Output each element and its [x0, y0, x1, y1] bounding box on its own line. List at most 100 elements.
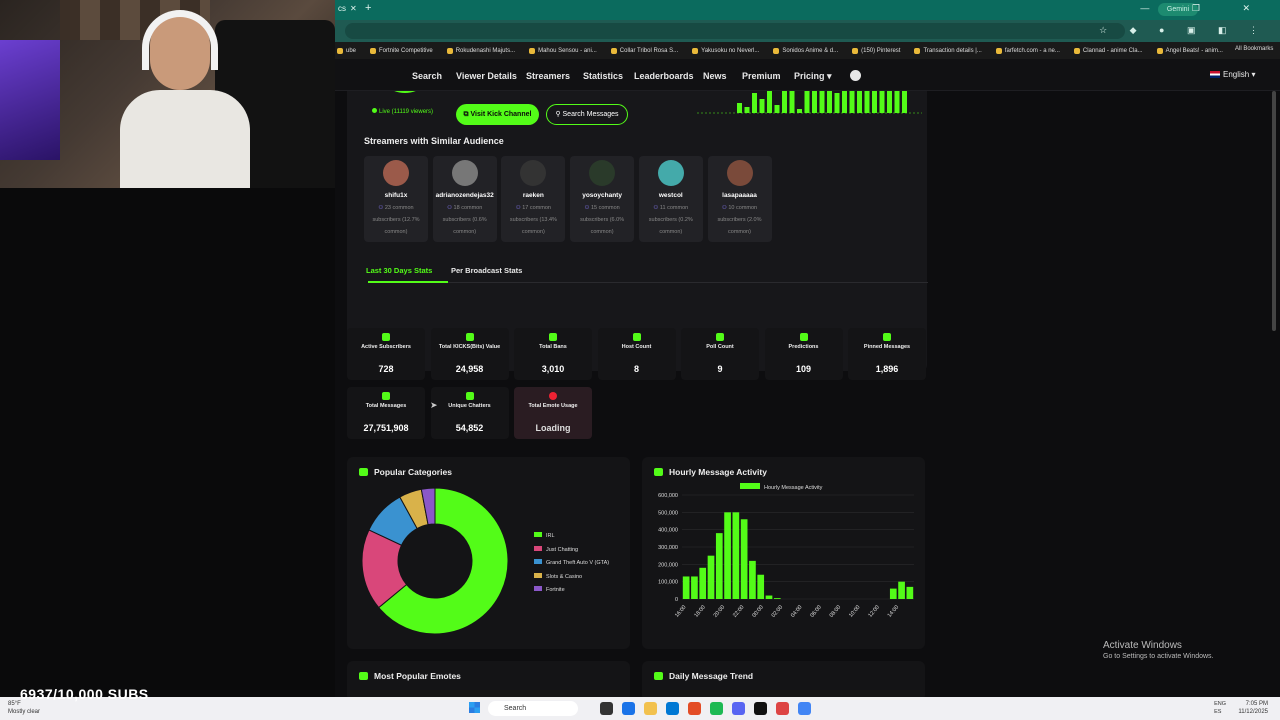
monitor — [0, 40, 60, 160]
bookmark-item[interactable]: Collar Tribol Rosa S... — [610, 47, 678, 54]
bookmark-item[interactable]: Fortnite Competitive — [370, 47, 433, 54]
legend-item[interactable]: Slots & Casino — [534, 572, 582, 580]
hourly-bar[interactable] — [732, 512, 740, 599]
y-tick-label: 400,000 — [658, 528, 678, 534]
spotify-icon[interactable] — [710, 702, 723, 715]
discord-icon[interactable] — [732, 702, 745, 715]
scrollbar[interactable] — [1272, 91, 1276, 331]
nav-streamers[interactable]: Streamers — [526, 71, 570, 81]
stat-card: Pinned Messages 1,896 — [848, 328, 926, 380]
y-tick-label: 600,000 — [658, 493, 678, 499]
hourly-bar[interactable] — [740, 519, 748, 599]
activate-windows-watermark: Activate Windows Go to Settings to activ… — [1103, 640, 1214, 660]
hourly-bar[interactable] — [765, 595, 773, 599]
mini-activity-bar — [767, 91, 772, 113]
bookmark-item[interactable]: Sonidos Anime & d... — [773, 47, 838, 54]
streamer-card[interactable]: westcol ⚇ 11 common subscribers (0.2% commo… — [638, 156, 703, 242]
close-tab-icon[interactable]: ✕ — [350, 4, 357, 13]
all-bookmarks[interactable]: All Bookmarks — [1235, 46, 1273, 52]
streamer-card[interactable]: yosoychanty ⚇ 15 common subscribers (6.0% c… — [570, 156, 635, 242]
app-icon[interactable] — [754, 702, 767, 715]
clock[interactable]: 7:05 PM 11/12/2025 — [1238, 700, 1268, 716]
weather-widget[interactable]: 85°F Mostly clear — [8, 700, 40, 716]
bookmark-item[interactable]: Rokudenashi Majuts... — [446, 47, 515, 54]
active-tab[interactable]: cs — [338, 4, 346, 13]
url-input[interactable] — [345, 23, 1125, 39]
hourly-bar[interactable] — [898, 581, 905, 599]
bookmark-favicon-icon — [610, 47, 617, 54]
bookmark-item[interactable]: Clannad - anime Cla... — [1073, 47, 1143, 54]
nav-search[interactable]: Search — [412, 71, 442, 81]
search-messages-button[interactable]: ⚲ Search Messages — [546, 104, 628, 125]
stat-label: Predictions — [788, 344, 819, 350]
task-view-icon[interactable] — [600, 702, 613, 715]
window-controls[interactable]: — ❐ ✕ — [1140, 3, 1270, 14]
extension-icons[interactable]: ☆ ◆ ● ▣ ◧ ⋮ — [1099, 25, 1268, 36]
stat-card: Poll Count 9 — [681, 328, 759, 380]
poll-icon — [716, 333, 724, 341]
bookmark-item[interactable]: Mahou Sensou - ani... — [529, 47, 597, 54]
hourly-bar[interactable] — [906, 586, 914, 599]
hourly-bar[interactable] — [889, 588, 897, 599]
hourly-bar[interactable] — [699, 567, 707, 599]
webcam-overlay — [0, 0, 335, 188]
y-tick-label: 0 — [675, 597, 678, 603]
tab-per-broadcast[interactable]: Per Broadcast Stats — [451, 266, 522, 275]
streamer-name: raeken — [522, 192, 544, 199]
legend-item[interactable]: Fortnite — [534, 586, 565, 593]
legend-label[interactable]: Hourly Message Activity — [764, 485, 823, 491]
bookmark-item[interactable]: Yakusoku no Neverl... — [692, 47, 759, 54]
bookmark-item[interactable]: Angel Beats! - anim... — [1156, 47, 1223, 54]
stat-card: Total KICKS(Bits) Value 24,958 — [430, 328, 509, 380]
nav-leaderboards[interactable]: Leaderboards — [634, 71, 694, 81]
stat-value: 728 — [378, 364, 394, 374]
nav-statistics[interactable]: Statistics — [583, 71, 623, 81]
bookmark-favicon-icon — [773, 47, 780, 54]
legend-item[interactable]: Just Chatting — [534, 545, 578, 553]
hourly-bar[interactable] — [691, 576, 698, 599]
file-explorer-icon[interactable] — [644, 702, 657, 715]
language-indicator[interactable]: ENG ES — [1214, 700, 1226, 716]
tab-active-underline — [368, 281, 448, 283]
nav-pricing[interactable]: Pricing ▾ — [794, 71, 832, 82]
hourly-bar[interactable] — [682, 576, 690, 599]
streamer-avatar — [589, 160, 616, 186]
bookmark-item[interactable]: ube — [337, 47, 356, 54]
streamer-card[interactable]: adrianozendejas32 ⚇ 18 common subscribers … — [432, 156, 497, 242]
bookmark-item[interactable]: Transaction details |... — [914, 47, 982, 54]
chrome2-icon[interactable] — [798, 702, 811, 715]
nav-premium[interactable]: Premium — [742, 71, 781, 81]
streamer-card[interactable]: lasapaaaaa ⚇ 10 common subscribers (2.0% co… — [707, 156, 772, 242]
hourly-bar[interactable] — [724, 512, 731, 599]
language-selector[interactable]: English ▾ — [1210, 70, 1256, 79]
hourly-bar[interactable] — [707, 555, 715, 599]
visit-kick-channel-button[interactable]: ⧉ Visit Kick Channel — [456, 104, 539, 125]
nav-news[interactable]: News — [703, 71, 727, 81]
bookmark-item[interactable]: (150) Pinterest — [852, 47, 900, 54]
stat-card: Total Emote Usage Loading — [514, 387, 592, 439]
new-tab-icon[interactable]: + — [365, 2, 371, 14]
stat-label: Host Count — [621, 344, 652, 350]
edge-icon[interactable] — [622, 702, 635, 715]
mini-activity-bar — [827, 91, 832, 113]
user-icon[interactable] — [850, 70, 861, 81]
chrome-icon[interactable] — [688, 702, 701, 715]
store-icon[interactable] — [666, 702, 679, 715]
emote-icon — [549, 392, 557, 400]
windows-start-icon[interactable] — [469, 702, 480, 713]
nav-viewer-details[interactable]: Viewer Details — [456, 71, 517, 81]
hourly-bar[interactable] — [749, 560, 756, 599]
bookmark-item[interactable]: farfetch.com - a ne... — [995, 47, 1060, 54]
taskbar-search[interactable]: Search — [488, 701, 578, 716]
tab-last-30-days[interactable]: Last 30 Days Stats — [366, 266, 432, 275]
x-tick-label: 16:00 — [674, 604, 687, 618]
streamer-card[interactable]: shifu1x ⚇ 23 common subscribers (12.7% comm… — [364, 156, 428, 242]
hourly-bar[interactable] — [773, 598, 781, 599]
hourly-bar[interactable] — [715, 533, 723, 599]
legend-item[interactable]: IRL — [534, 532, 555, 539]
streamer-card[interactable]: raeken ⚇ 17 common subscribers (13.4% commo… — [501, 156, 566, 242]
hourly-bar[interactable] — [757, 574, 765, 599]
app2-icon[interactable] — [776, 702, 789, 715]
main-content: Live (11119 viewers) ⧉ Visit Kick Channe… — [335, 91, 1280, 697]
legend-item[interactable]: Grand Theft Auto V (GTA) — [534, 559, 609, 566]
